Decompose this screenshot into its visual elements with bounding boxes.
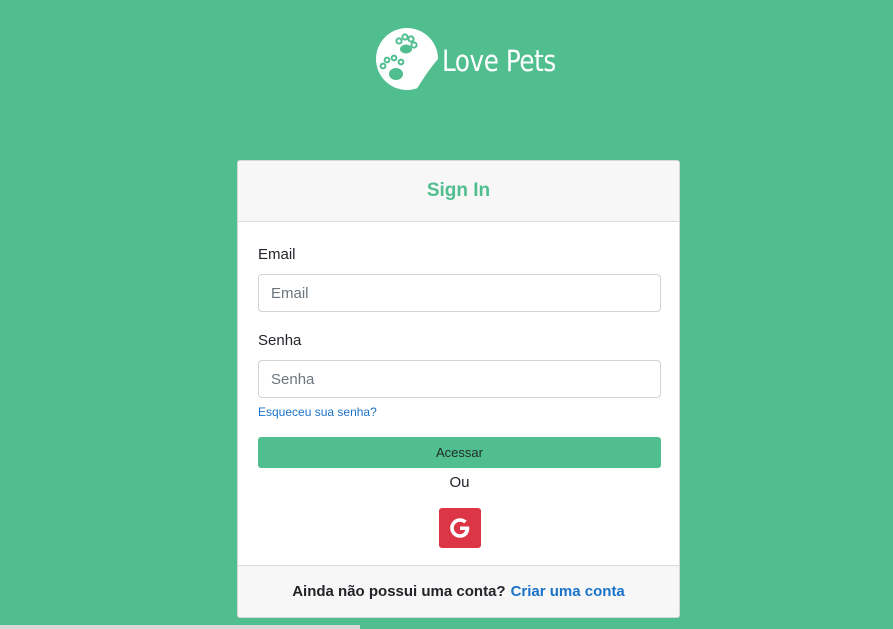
google-sign-in-button[interactable] xyxy=(439,508,481,548)
password-field[interactable] xyxy=(258,360,661,398)
paw-prints-icon xyxy=(376,28,438,90)
card-footer: Ainda não possui uma conta? Criar uma co… xyxy=(238,565,679,617)
or-separator: Ou xyxy=(449,474,470,491)
create-account-link[interactable]: Criar uma conta xyxy=(511,583,625,600)
card-header: Sign In xyxy=(238,161,679,222)
google-icon xyxy=(450,518,470,538)
submit-button[interactable]: Acessar xyxy=(258,437,661,468)
sign-in-card: Sign In Email Senha Esqueceu sua senha? … xyxy=(237,160,680,618)
brand-name: Love Pets xyxy=(442,44,556,78)
bottom-strip xyxy=(0,625,360,629)
password-label: Senha xyxy=(258,332,302,349)
login-page: Love Pets Sign In Email Senha Esqueceu s… xyxy=(0,0,893,629)
card-title: Sign In xyxy=(426,180,491,201)
signup-prompt: Ainda não possui uma conta? xyxy=(292,583,506,600)
email-label: Email xyxy=(258,246,296,263)
forgot-password-link[interactable]: Esqueceu sua senha? xyxy=(258,405,377,419)
brand-logo[interactable]: Love Pets xyxy=(376,28,576,90)
email-field[interactable] xyxy=(258,274,661,312)
